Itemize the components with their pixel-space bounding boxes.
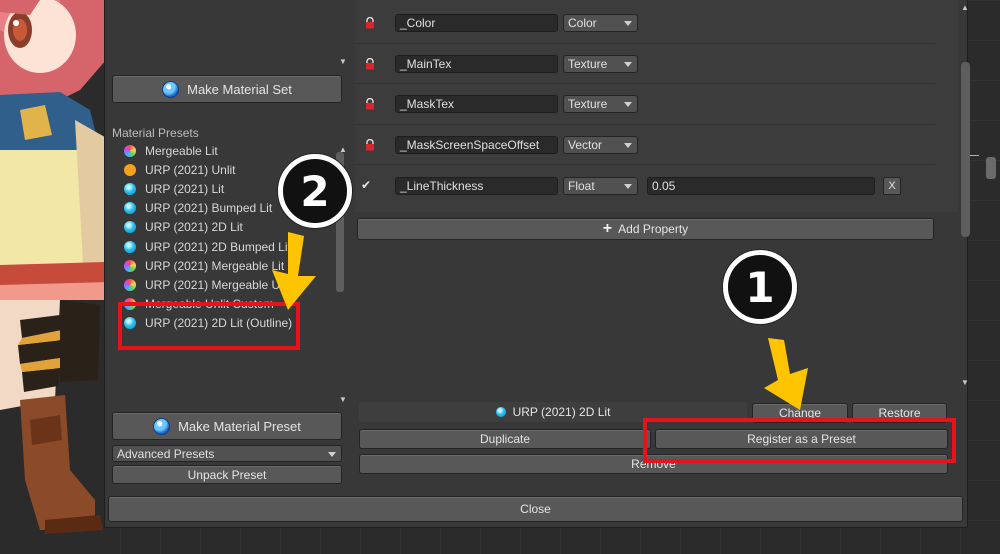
check-icon[interactable]: ✔ — [361, 179, 375, 191]
lock-icon[interactable] — [364, 98, 376, 110]
property-type-dropdown[interactable]: Texture — [563, 54, 638, 73]
property-row: _Color Color — [355, 3, 935, 44]
add-property-button[interactable]: + Add Property — [357, 218, 934, 240]
cyan-material-icon — [124, 240, 136, 253]
lock-icon[interactable] — [364, 57, 376, 70]
cyan-material-icon — [495, 407, 506, 417]
step-2-arrow-icon — [272, 232, 316, 310]
preset-label: URP (2021) Lit — [145, 181, 225, 196]
advanced-presets-label: Advanced Presets — [117, 446, 215, 461]
chevron-down-icon — [624, 102, 632, 107]
editor-scroll-handle[interactable] — [986, 157, 996, 179]
make-material-set-button[interactable]: Make Material Set — [112, 75, 342, 103]
property-name-field[interactable]: _MainTex — [395, 54, 558, 73]
material-globe-icon — [162, 80, 180, 98]
property-name-field[interactable]: _MaskTex — [395, 95, 558, 113]
preset-label: URP (2021) Bumped Lit — [145, 201, 273, 216]
property-type-dropdown[interactable]: Color — [563, 14, 638, 32]
property-type-label: Vector — [568, 137, 603, 152]
property-row: _MaskTex Texture — [355, 84, 935, 125]
property-type-label: Color — [568, 16, 597, 30]
lock-icon[interactable] — [364, 17, 376, 29]
character-illustration — [0, 0, 120, 554]
cyan-material-icon — [124, 221, 136, 234]
preset-label: URP (2021) Unlit — [145, 162, 236, 177]
ruler-tick — [970, 155, 979, 156]
preset-label: Mergeable Lit — [145, 143, 218, 158]
make-material-set-label: Make Material Set — [187, 81, 292, 97]
make-material-preset-button[interactable]: Make Material Preset — [112, 412, 342, 440]
property-name-field[interactable]: _Color — [395, 14, 558, 32]
make-material-preset-label: Make Material Preset — [178, 418, 301, 434]
duplicate-button[interactable]: Duplicate — [359, 429, 651, 449]
close-button[interactable]: Close — [108, 496, 963, 522]
cyan-material-icon — [124, 182, 136, 195]
selected-preset-label: URP (2021) 2D Lit — [512, 405, 611, 419]
property-name-field[interactable]: _MaskScreenSpaceOffset — [395, 135, 558, 154]
preset-label: URP (2021) 2D Lit — [145, 220, 243, 235]
property-row: _MainTex Texture — [355, 44, 935, 84]
properties-scrollbar[interactable] — [961, 62, 970, 237]
remove-property-button[interactable]: X — [883, 177, 901, 195]
scroll-down-arrow[interactable]: ▼ — [338, 58, 348, 66]
property-row: _MaskScreenSpaceOffset Vector — [355, 125, 935, 165]
unpack-preset-button[interactable]: Unpack Preset — [112, 465, 342, 484]
property-type-dropdown[interactable]: Texture — [563, 95, 638, 113]
duplicate-label: Duplicate — [479, 432, 531, 446]
chevron-down-icon — [624, 61, 632, 67]
property-type-dropdown[interactable]: Vector — [563, 135, 638, 154]
unpack-preset-label: Unpack Preset — [187, 467, 267, 482]
material-presets-title: Material Presets — [112, 126, 199, 140]
lock-icon[interactable] — [364, 138, 376, 151]
preset-label: URP (2021) Mergeable Lit — [145, 258, 285, 273]
material-globe-icon — [153, 417, 171, 435]
property-type-label: Texture — [568, 97, 608, 111]
properties-scroll-down-arrow[interactable]: ▼ — [960, 379, 970, 387]
properties-panel: _Color Color _MainTex Texture _MaskTex T… — [355, 0, 958, 212]
chevron-down-icon — [624, 142, 632, 148]
rainbow-material-icon — [124, 144, 136, 157]
property-name-field[interactable]: _LineThickness — [395, 177, 558, 195]
advanced-presets-dropdown[interactable]: Advanced Presets — [112, 445, 342, 462]
chevron-down-icon — [624, 184, 632, 189]
chevron-down-icon — [624, 21, 632, 26]
property-type-label: Float — [568, 179, 595, 193]
property-row: ✔ _LineThickness Float 0.05 X — [355, 165, 935, 206]
list-scroll-down-arrow[interactable]: ▼ — [338, 396, 348, 404]
plus-icon: + — [602, 220, 613, 237]
property-type-label: Texture — [568, 56, 608, 71]
cyan-material-icon — [124, 202, 136, 215]
rainbow-material-icon — [124, 278, 136, 291]
orange-material-icon — [124, 163, 136, 176]
step-2-badge: 2 — [278, 154, 352, 228]
rainbow-material-icon — [124, 259, 136, 272]
property-type-dropdown[interactable]: Float — [563, 177, 638, 195]
scroll-up-arrow[interactable]: ▲ — [960, 4, 970, 12]
property-value-field[interactable]: 0.05 — [647, 177, 875, 195]
add-property-label: Add Property — [618, 222, 689, 236]
step-1-arrow-icon — [764, 338, 808, 410]
chevron-down-icon — [328, 451, 336, 457]
register-highlight-box — [643, 418, 956, 463]
step-1-badge: 1 — [723, 250, 797, 324]
close-label: Close — [520, 502, 551, 516]
